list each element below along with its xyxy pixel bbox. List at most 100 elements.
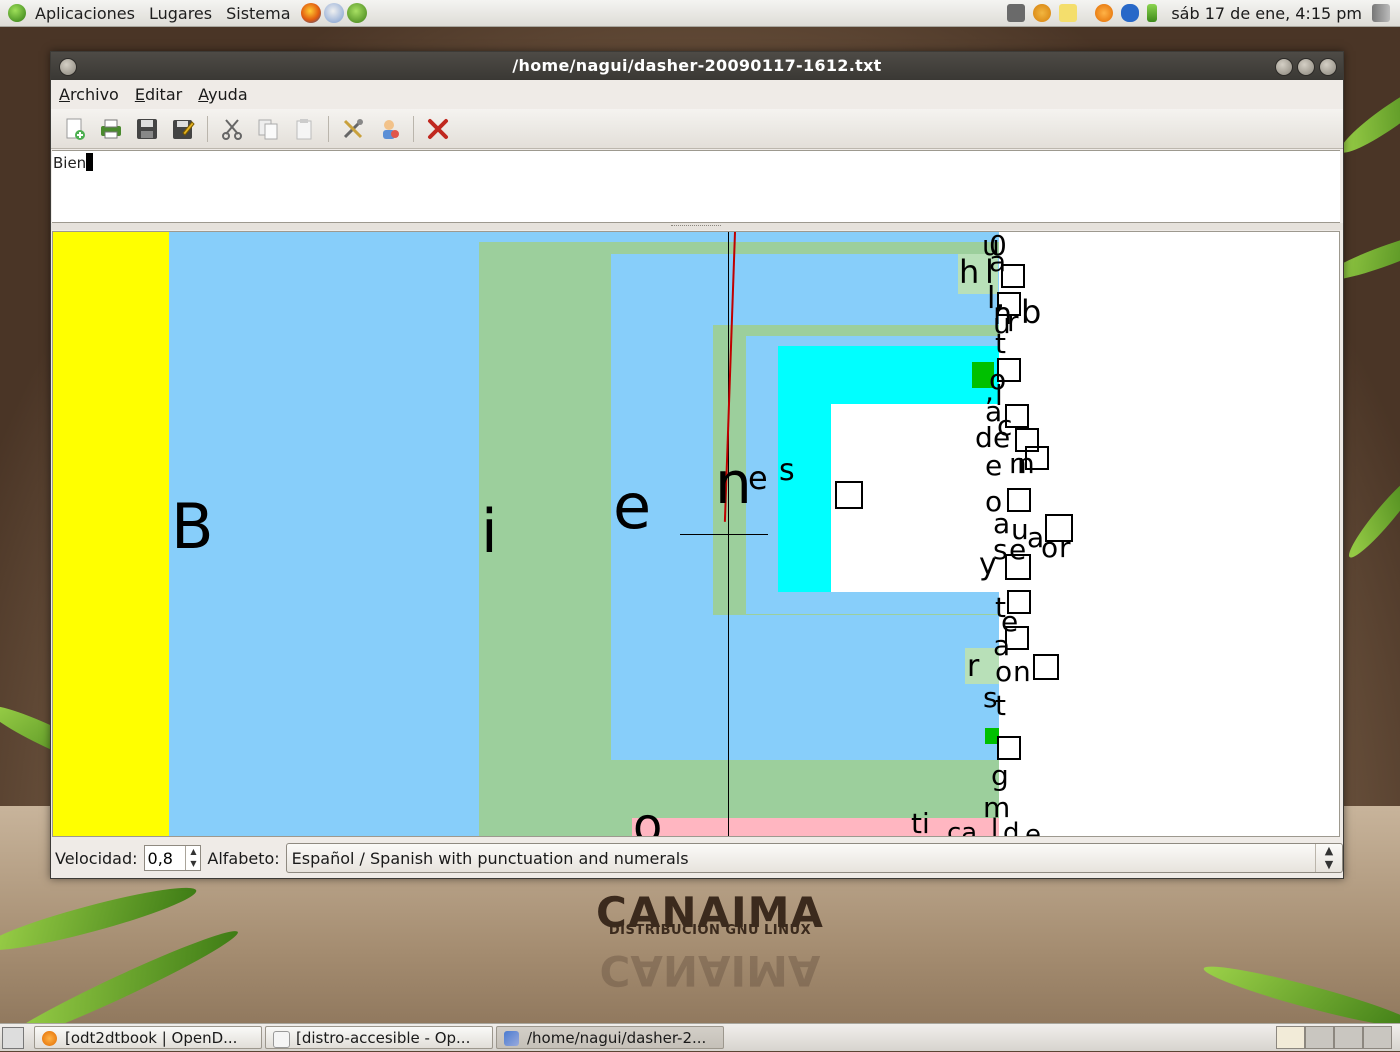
dasher-letter: d <box>975 421 993 454</box>
dasher-letter: b <box>1021 293 1042 331</box>
dasher-letter: h <box>959 253 980 291</box>
dasher-letter: i <box>481 497 498 567</box>
save-as-button[interactable] <box>167 113 199 145</box>
dasher-letter: e <box>985 449 1003 482</box>
menu-sistema[interactable]: Sistema <box>219 4 297 23</box>
alphabet-selected-value: Español / Spanish with punctuation and n… <box>291 848 689 868</box>
text-cursor <box>86 153 94 171</box>
dasher-letter: s <box>779 453 795 488</box>
cut-button[interactable] <box>216 113 248 145</box>
menu-lugares[interactable]: Lugares <box>142 4 219 23</box>
new-button[interactable] <box>59 113 91 145</box>
spinner-arrows-icon[interactable]: ▲ ▼ <box>185 846 200 870</box>
workspace-2[interactable] <box>1305 1026 1334 1049</box>
dasher-canvas[interactable]: B i e n e s o u 0 a h l l, n b u r t o ,… <box>52 231 1340 837</box>
space-symbol <box>835 481 863 509</box>
bluetooth-icon[interactable] <box>1121 4 1140 22</box>
workspace-1[interactable] <box>1276 1026 1305 1049</box>
help-icon <box>383 119 399 139</box>
dasher-letter: t <box>995 689 1006 722</box>
help-button[interactable] <box>373 113 405 145</box>
save-button[interactable] <box>131 113 163 145</box>
preferences-button[interactable] <box>337 113 369 145</box>
menu-label: rchivo <box>69 84 119 104</box>
leaf-decoration <box>1334 73 1400 161</box>
quit-icon <box>428 118 448 139</box>
monitor-icon[interactable] <box>1007 4 1026 22</box>
space-symbol <box>1033 654 1059 680</box>
taskbar-item[interactable]: [odt2dtbook | OpenD... <box>34 1026 262 1049</box>
dasher-letter: n <box>715 449 752 517</box>
copy-button[interactable] <box>252 113 284 145</box>
text-output-area[interactable]: Bien <box>52 150 1340 223</box>
copy-icon <box>258 119 278 139</box>
dasher-letter: e <box>613 470 652 543</box>
taskbar-item-active[interactable]: /home/nagui/dasher-2... <box>496 1026 724 1049</box>
menu-archivo[interactable]: Archivo <box>51 85 127 104</box>
new-icon <box>66 118 85 140</box>
workspace-4[interactable] <box>1363 1026 1392 1049</box>
email-launcher-icon[interactable] <box>323 3 344 23</box>
toolbar <box>51 109 1343 149</box>
firefox-launcher-icon[interactable] <box>300 3 321 23</box>
minimize-button[interactable] <box>1275 58 1293 76</box>
dasher-letter: B <box>171 490 214 563</box>
dasher-letter: r <box>1059 531 1071 564</box>
dasher-letter: r <box>1007 305 1019 338</box>
dasher-letter: d <box>1003 818 1020 837</box>
menu-ayuda[interactable]: Ayuda <box>190 85 255 104</box>
mnemonic: A <box>198 84 209 104</box>
workspace-switcher <box>1276 1026 1392 1049</box>
dasher-letter: o <box>633 798 663 837</box>
dasher-letter: ca <box>947 818 978 837</box>
speed-spinner[interactable]: ▲▼ <box>143 845 202 871</box>
volume-icon[interactable] <box>1372 4 1390 22</box>
clock[interactable]: sáb 17 de ene, 4:15 pm <box>1171 4 1362 23</box>
dasher-letter: r <box>967 649 980 684</box>
typed-text: Bien <box>53 154 87 172</box>
workspace-3[interactable] <box>1334 1026 1363 1049</box>
speed-input[interactable] <box>144 847 190 869</box>
space-symbol <box>997 736 1021 760</box>
system-tray: sáb 17 de ene, 4:15 pm <box>1003 0 1400 26</box>
statusbar: Velocidad: ▲▼ Alfabeto: Español / Spanis… <box>51 839 1343 877</box>
paste-icon <box>296 118 312 139</box>
close-button[interactable] <box>1319 58 1337 76</box>
dasher-letter: l <box>991 814 999 837</box>
help-launcher-icon[interactable] <box>346 3 367 23</box>
mnemonic: A <box>59 84 70 104</box>
print-button[interactable] <box>95 113 127 145</box>
update-icon[interactable] <box>1095 4 1114 22</box>
menu-editar[interactable]: Editar <box>127 85 190 104</box>
taskbar-item-label: /home/nagui/dasher-2... <box>527 1029 707 1047</box>
node-o <box>632 818 999 836</box>
bottom-panel: [odt2dtbook | OpenD... [distro-accesible… <box>0 1023 1400 1051</box>
brand-tagline: DISTRIBUCIÓN GNU LINUX <box>608 923 812 938</box>
document-icon <box>273 1031 290 1048</box>
quit-button[interactable] <box>422 113 454 145</box>
chevron-updown-icon[interactable]: ▲ ▼ <box>1315 844 1342 872</box>
alphabet-select[interactable]: Español / Spanish with punctuation and n… <box>285 843 1343 873</box>
window-titlebar[interactable]: /home/nagui/dasher-20090117-1612.txt <box>51 52 1343 80</box>
dasher-icon <box>504 1031 519 1046</box>
dasher-letter: e <box>993 421 1011 454</box>
show-desktop-button[interactable] <box>2 1027 24 1049</box>
taskbar-item[interactable]: [distro-accesible - Op... <box>265 1026 493 1049</box>
toolbar-separator <box>328 115 329 142</box>
menu-aplicaciones[interactable]: Aplicaciones <box>28 4 142 23</box>
notes-icon[interactable] <box>1059 4 1078 22</box>
maximize-button[interactable] <box>1297 58 1315 76</box>
cut-icon <box>222 118 242 140</box>
preferences-icon <box>343 118 363 138</box>
dasher-letter: n <box>1017 447 1035 480</box>
paste-button[interactable] <box>288 113 320 145</box>
battery-icon[interactable] <box>1147 4 1158 22</box>
dasher-letter: g <box>991 759 1009 792</box>
alphabet-label: Alfabeto: <box>207 848 280 868</box>
pane-divider-handle[interactable] <box>51 223 1343 230</box>
brand-logo-reflection: CANAIMA <box>599 946 821 995</box>
distro-logo-icon <box>8 4 26 22</box>
print-icon <box>101 119 121 138</box>
save-as-icon <box>173 119 195 139</box>
applet-flower-icon[interactable] <box>1033 4 1052 22</box>
